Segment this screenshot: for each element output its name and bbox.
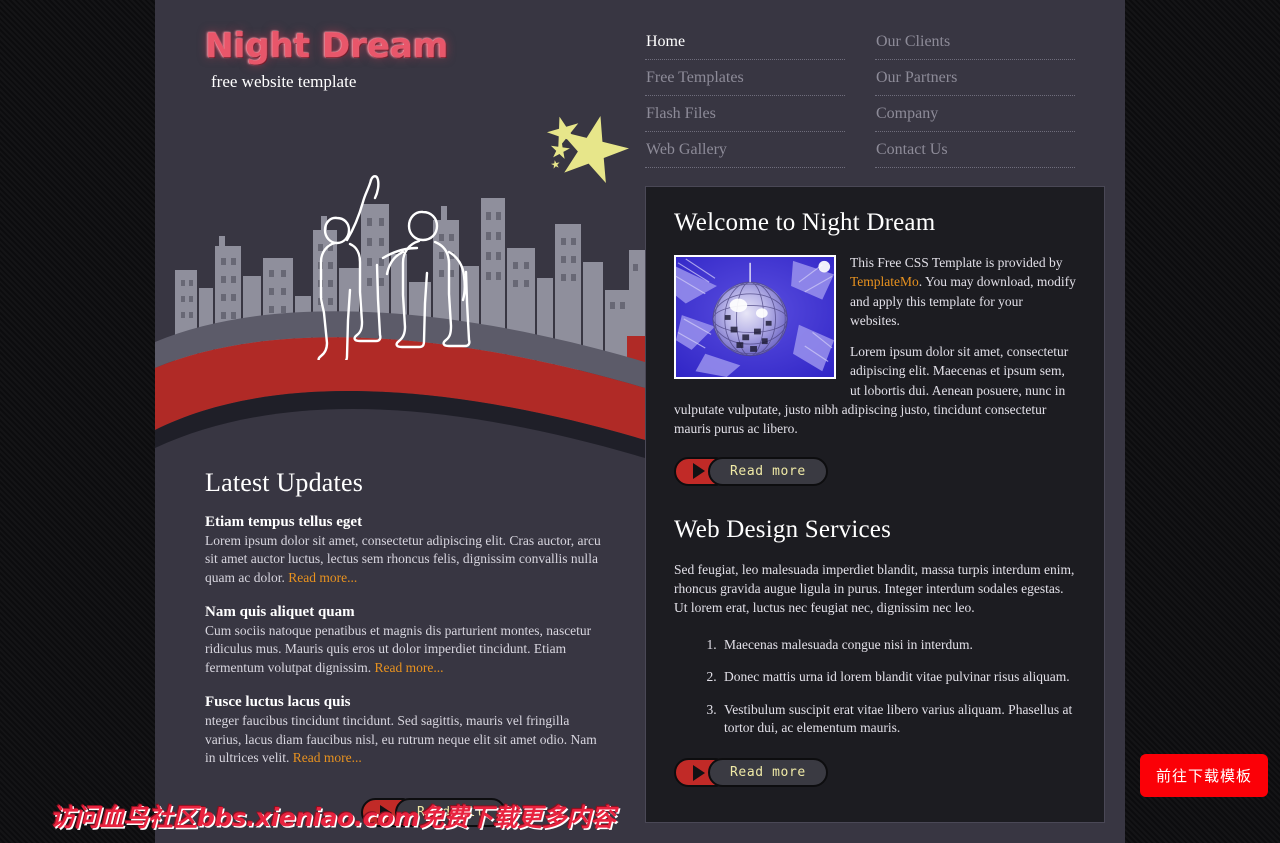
update-text: Lorem ipsum dolor sit amet, consectetur … [205, 532, 605, 587]
update-title: Nam quis aliquet quam [205, 604, 355, 621]
services-list: Maecenas malesuada congue nisi in interd… [720, 636, 1076, 739]
update-title: Etiam tempus tellus eget [205, 514, 363, 530]
welcome-block: This Free CSS Template is provided by Te… [674, 253, 1076, 439]
nav-item-web-gallery[interactable]: Web Gallery [645, 132, 845, 168]
update-title: Fusce luctus lacus quis [205, 694, 351, 711]
nav-item-home[interactable]: Home [645, 24, 845, 60]
services-list-item: Vestibulum suscipit erat vitae libero va… [720, 701, 1076, 738]
services-list-item: Donec mattis urna id lorem blandit vitae… [720, 668, 1076, 687]
site-logo[interactable]: Night Dream free website template [205, 26, 605, 92]
welcome-heading: Welcome to Night Dream [674, 209, 936, 236]
nav-column-left: Home Free Templates Flash Files Web Gall… [645, 24, 845, 168]
update-item: Etiam tempus tellus eget Lorem ipsum dol… [205, 514, 605, 587]
welcome-read-more-button[interactable]: Read more [674, 456, 828, 486]
disco-ball-image [674, 255, 836, 379]
site-title: Night Dream [205, 26, 449, 66]
nav-item-flash-files[interactable]: Flash Files [645, 96, 845, 132]
main-navigation: Home Free Templates Flash Files Web Gall… [645, 24, 1095, 168]
download-template-button[interactable]: 前往下载模板 [1139, 754, 1268, 797]
watermark-overlay: 访问血鸟社区bbs.xieniao.com免费下载更多内容 [50, 803, 616, 832]
services-list-item: Maecenas malesuada congue nisi in interd… [720, 636, 1076, 655]
nav-item-our-clients[interactable]: Our Clients [875, 24, 1075, 60]
welcome-p1-before: This Free CSS Template is provided by [850, 255, 1063, 270]
page-container: Night Dream free website template Home F… [155, 0, 1125, 843]
site-tagline: free website template [211, 72, 357, 92]
update-text: nteger faucibus tincidunt tincidunt. Sed… [205, 712, 605, 767]
services-heading: Web Design Services [674, 515, 892, 543]
nav-item-company[interactable]: Company [875, 96, 1075, 132]
read-more-link[interactable]: Read more... [288, 570, 357, 585]
services-read-more-button[interactable]: Read more [674, 758, 828, 788]
nav-item-our-partners[interactable]: Our Partners [875, 60, 1075, 96]
people-outline-illustration [317, 175, 471, 360]
nav-item-free-templates[interactable]: Free Templates [645, 60, 845, 96]
templatemo-link[interactable]: TemplateMo [850, 274, 919, 289]
latest-updates-title: Latest Updates [205, 468, 364, 497]
services-read-more-label: Read more [708, 758, 828, 788]
update-body: Lorem ipsum dolor sit amet, consectetur … [205, 533, 601, 585]
welcome-read-more-label: Read more [708, 456, 828, 486]
update-item: Fusce luctus lacus quis nteger faucibus … [205, 694, 605, 767]
services-intro: Sed feugiat, leo malesuada imperdiet bla… [674, 561, 1075, 616]
nav-column-right: Our Clients Our Partners Company Contact… [875, 24, 1075, 168]
nav-item-contact-us[interactable]: Contact Us [875, 132, 1075, 168]
update-body: nteger faucibus tincidunt tincidunt. Sed… [205, 713, 597, 765]
update-item: Nam quis aliquet quam Cum sociis natoque… [205, 604, 605, 677]
read-more-link[interactable]: Read more... [293, 750, 362, 765]
read-more-link[interactable]: Read more... [374, 660, 443, 675]
main-content-panel: Welcome to Night Dream This Free CSS Tem… [645, 186, 1105, 823]
update-text: Cum sociis natoque penatibus et magnis d… [205, 622, 605, 677]
latest-updates-section: Latest Updates Etiam tempus tellus eget … [205, 468, 605, 784]
